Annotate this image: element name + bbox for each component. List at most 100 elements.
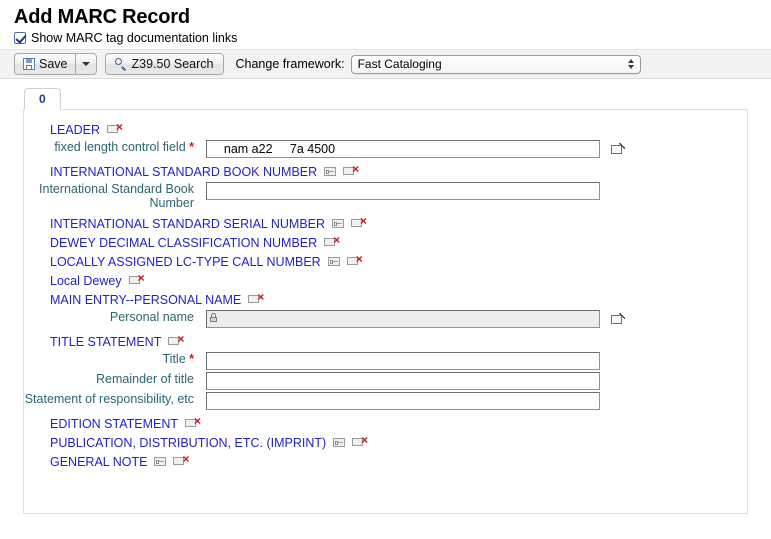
marc-subfield-label: Remainder of title: [24, 372, 206, 386]
marc-subfield-field: [206, 352, 600, 370]
marc-tag-label: MAIN ENTRY--PERSONAL NAME: [50, 293, 241, 307]
marc-tag-row-publication-distribution-etc-imprint: PUBLICATION, DISTRIBUTION, ETC. (IMPRINT…: [24, 433, 747, 452]
marc-subfield-row-fixed-length-control-field: fixed length control field *: [24, 139, 747, 159]
marc-subfield-field: [206, 392, 600, 410]
marc-tag-icons: [154, 457, 187, 467]
marc-tag-label: Local Dewey: [50, 274, 122, 288]
z3950-search-button[interactable]: Z39.50 Search: [105, 53, 224, 75]
delete-tag-icon[interactable]: [129, 276, 143, 286]
input-wrapper: [206, 140, 600, 158]
save-dropdown-button[interactable]: [75, 53, 97, 75]
page-title: Add MARC Record: [14, 6, 771, 29]
clone-tag-icon[interactable]: [328, 257, 340, 266]
delete-tag-icon[interactable]: [324, 238, 338, 248]
change-framework-label: Change framework:: [236, 57, 345, 71]
marc-subfield-label: Personal name: [24, 310, 206, 324]
marc-subfield-label-text: Statement of responsibility, etc: [25, 392, 194, 406]
input-wrapper: [206, 392, 600, 410]
delete-tag-icon[interactable]: [352, 438, 366, 448]
marc-subfield-input-remainder-of-title[interactable]: [206, 372, 600, 390]
marc-tag-row-local-dewey: Local Dewey: [24, 271, 747, 290]
framework-select-value: Fast Cataloging: [358, 57, 628, 71]
marc-subfield-input-title[interactable]: [206, 352, 600, 370]
tab-strip: 0: [24, 87, 771, 109]
marc-tag-label: LEADER: [50, 123, 100, 137]
marc-subfield-label-text: Title: [163, 352, 186, 366]
tab-0[interactable]: 0: [24, 88, 61, 110]
marc-tag-label: EDITION STATEMENT: [50, 417, 178, 431]
stepper-icon: [628, 59, 634, 69]
tag-editor-icon[interactable]: [611, 314, 624, 325]
marc-tag-icons: [248, 295, 262, 305]
marc-tag-icons: [333, 438, 366, 448]
marc-tag-icons: [328, 257, 361, 267]
marc-subfield-row-remainder-of-title: Remainder of title: [24, 371, 747, 391]
delete-tag-icon[interactable]: [351, 219, 365, 229]
clone-tag-icon[interactable]: [324, 167, 336, 176]
caret-down-icon: [82, 62, 90, 66]
marc-tag-icons: [324, 167, 357, 177]
floppy-disk-icon: [23, 58, 35, 70]
marc-tag-row-main-entry-personal-name: MAIN ENTRY--PERSONAL NAME: [24, 290, 747, 309]
clone-tag-icon[interactable]: [333, 438, 345, 447]
toolbar: Save Z39.50 Search Change framework: Fas…: [0, 49, 771, 79]
marc-tag-label: INTERNATIONAL STANDARD SERIAL NUMBER: [50, 217, 325, 231]
marc-subfield-label-text: Personal name: [110, 310, 194, 324]
marc-tag-icons: [168, 337, 182, 347]
delete-tag-icon[interactable]: [343, 167, 357, 177]
marc-subfield-label-text: fixed length control field: [54, 140, 185, 154]
save-button[interactable]: Save: [14, 53, 75, 75]
required-marker: *: [186, 352, 194, 366]
marc-editor-panel: LEADER fixed length control field * INTERN…: [23, 109, 748, 514]
marc-tag-icons: [324, 238, 338, 248]
marc-tag-icons: [107, 125, 121, 135]
marc-tag-row-edition-statement: EDITION STATEMENT: [24, 414, 747, 433]
delete-tag-icon[interactable]: [173, 457, 187, 467]
marc-subfield-row-personal-name: Personal name: [24, 309, 747, 329]
delete-tag-icon[interactable]: [185, 419, 199, 429]
marc-subfield-row-international-standard-book-number: International Standard Book Number: [24, 181, 747, 211]
marc-tag-row-dewey-decimal-classification-number: DEWEY DECIMAL CLASSIFICATION NUMBER: [24, 233, 747, 252]
marc-tag-icons: [129, 276, 143, 286]
input-wrapper: [206, 310, 600, 328]
delete-tag-icon[interactable]: [107, 125, 121, 135]
marc-tag-label: INTERNATIONAL STANDARD BOOK NUMBER: [50, 165, 317, 179]
tag-editor-icon[interactable]: [611, 144, 624, 155]
marc-subfield-input-personal-name: [206, 310, 600, 328]
clone-tag-icon[interactable]: [332, 219, 344, 228]
marc-subfield-row-statement-of-responsibility-etc: Statement of responsibility, etc: [24, 391, 747, 411]
input-wrapper: [206, 182, 600, 200]
delete-tag-icon[interactable]: [168, 337, 182, 347]
marc-subfield-field: [206, 140, 624, 158]
marc-subfield-row-title: Title *: [24, 351, 747, 371]
show-marc-doc-links-row[interactable]: Show MARC tag documentation links: [14, 31, 771, 45]
marc-subfield-label: Title *: [24, 352, 206, 366]
marc-subfield-field: [206, 310, 624, 328]
z3950-search-label: Z39.50 Search: [132, 57, 214, 71]
marc-tag-label: DEWEY DECIMAL CLASSIFICATION NUMBER: [50, 236, 317, 250]
marc-subfield-label: fixed length control field *: [24, 140, 206, 154]
marc-tag-row-title-statement: TITLE STATEMENT: [24, 332, 747, 351]
marc-subfield-input-fixed-length-control-field[interactable]: [206, 140, 600, 158]
marc-subfield-field: [206, 182, 600, 200]
marc-tag-row-general-note: GENERAL NOTE: [24, 452, 747, 471]
framework-select[interactable]: Fast Cataloging: [351, 55, 641, 74]
save-button-label: Save: [39, 57, 68, 71]
marc-tag-label: PUBLICATION, DISTRIBUTION, ETC. (IMPRINT…: [50, 436, 326, 450]
marc-subfield-label-text: Remainder of title: [96, 372, 194, 386]
marc-tag-row-locally-assigned-lc-type-call-number: LOCALLY ASSIGNED LC-TYPE CALL NUMBER: [24, 252, 747, 271]
required-marker: *: [186, 140, 194, 154]
delete-tag-icon[interactable]: [248, 295, 262, 305]
show-marc-doc-links-checkbox[interactable]: [14, 32, 26, 44]
marc-subfield-field: [206, 372, 600, 390]
marc-subfield-input-international-standard-book-number[interactable]: [206, 182, 600, 200]
marc-subfield-input-statement-of-responsibility-etc[interactable]: [206, 392, 600, 410]
marc-tag-row-international-standard-serial-number: INTERNATIONAL STANDARD SERIAL NUMBER: [24, 214, 747, 233]
marc-tag-label: LOCALLY ASSIGNED LC-TYPE CALL NUMBER: [50, 255, 321, 269]
clone-tag-icon[interactable]: [154, 457, 166, 466]
marc-rows: LEADER fixed length control field * INTERN…: [24, 120, 747, 471]
marc-tag-label: TITLE STATEMENT: [50, 335, 161, 349]
marc-tag-icons: [185, 419, 199, 429]
delete-tag-icon[interactable]: [347, 257, 361, 267]
marc-tag-label: GENERAL NOTE: [50, 455, 147, 469]
